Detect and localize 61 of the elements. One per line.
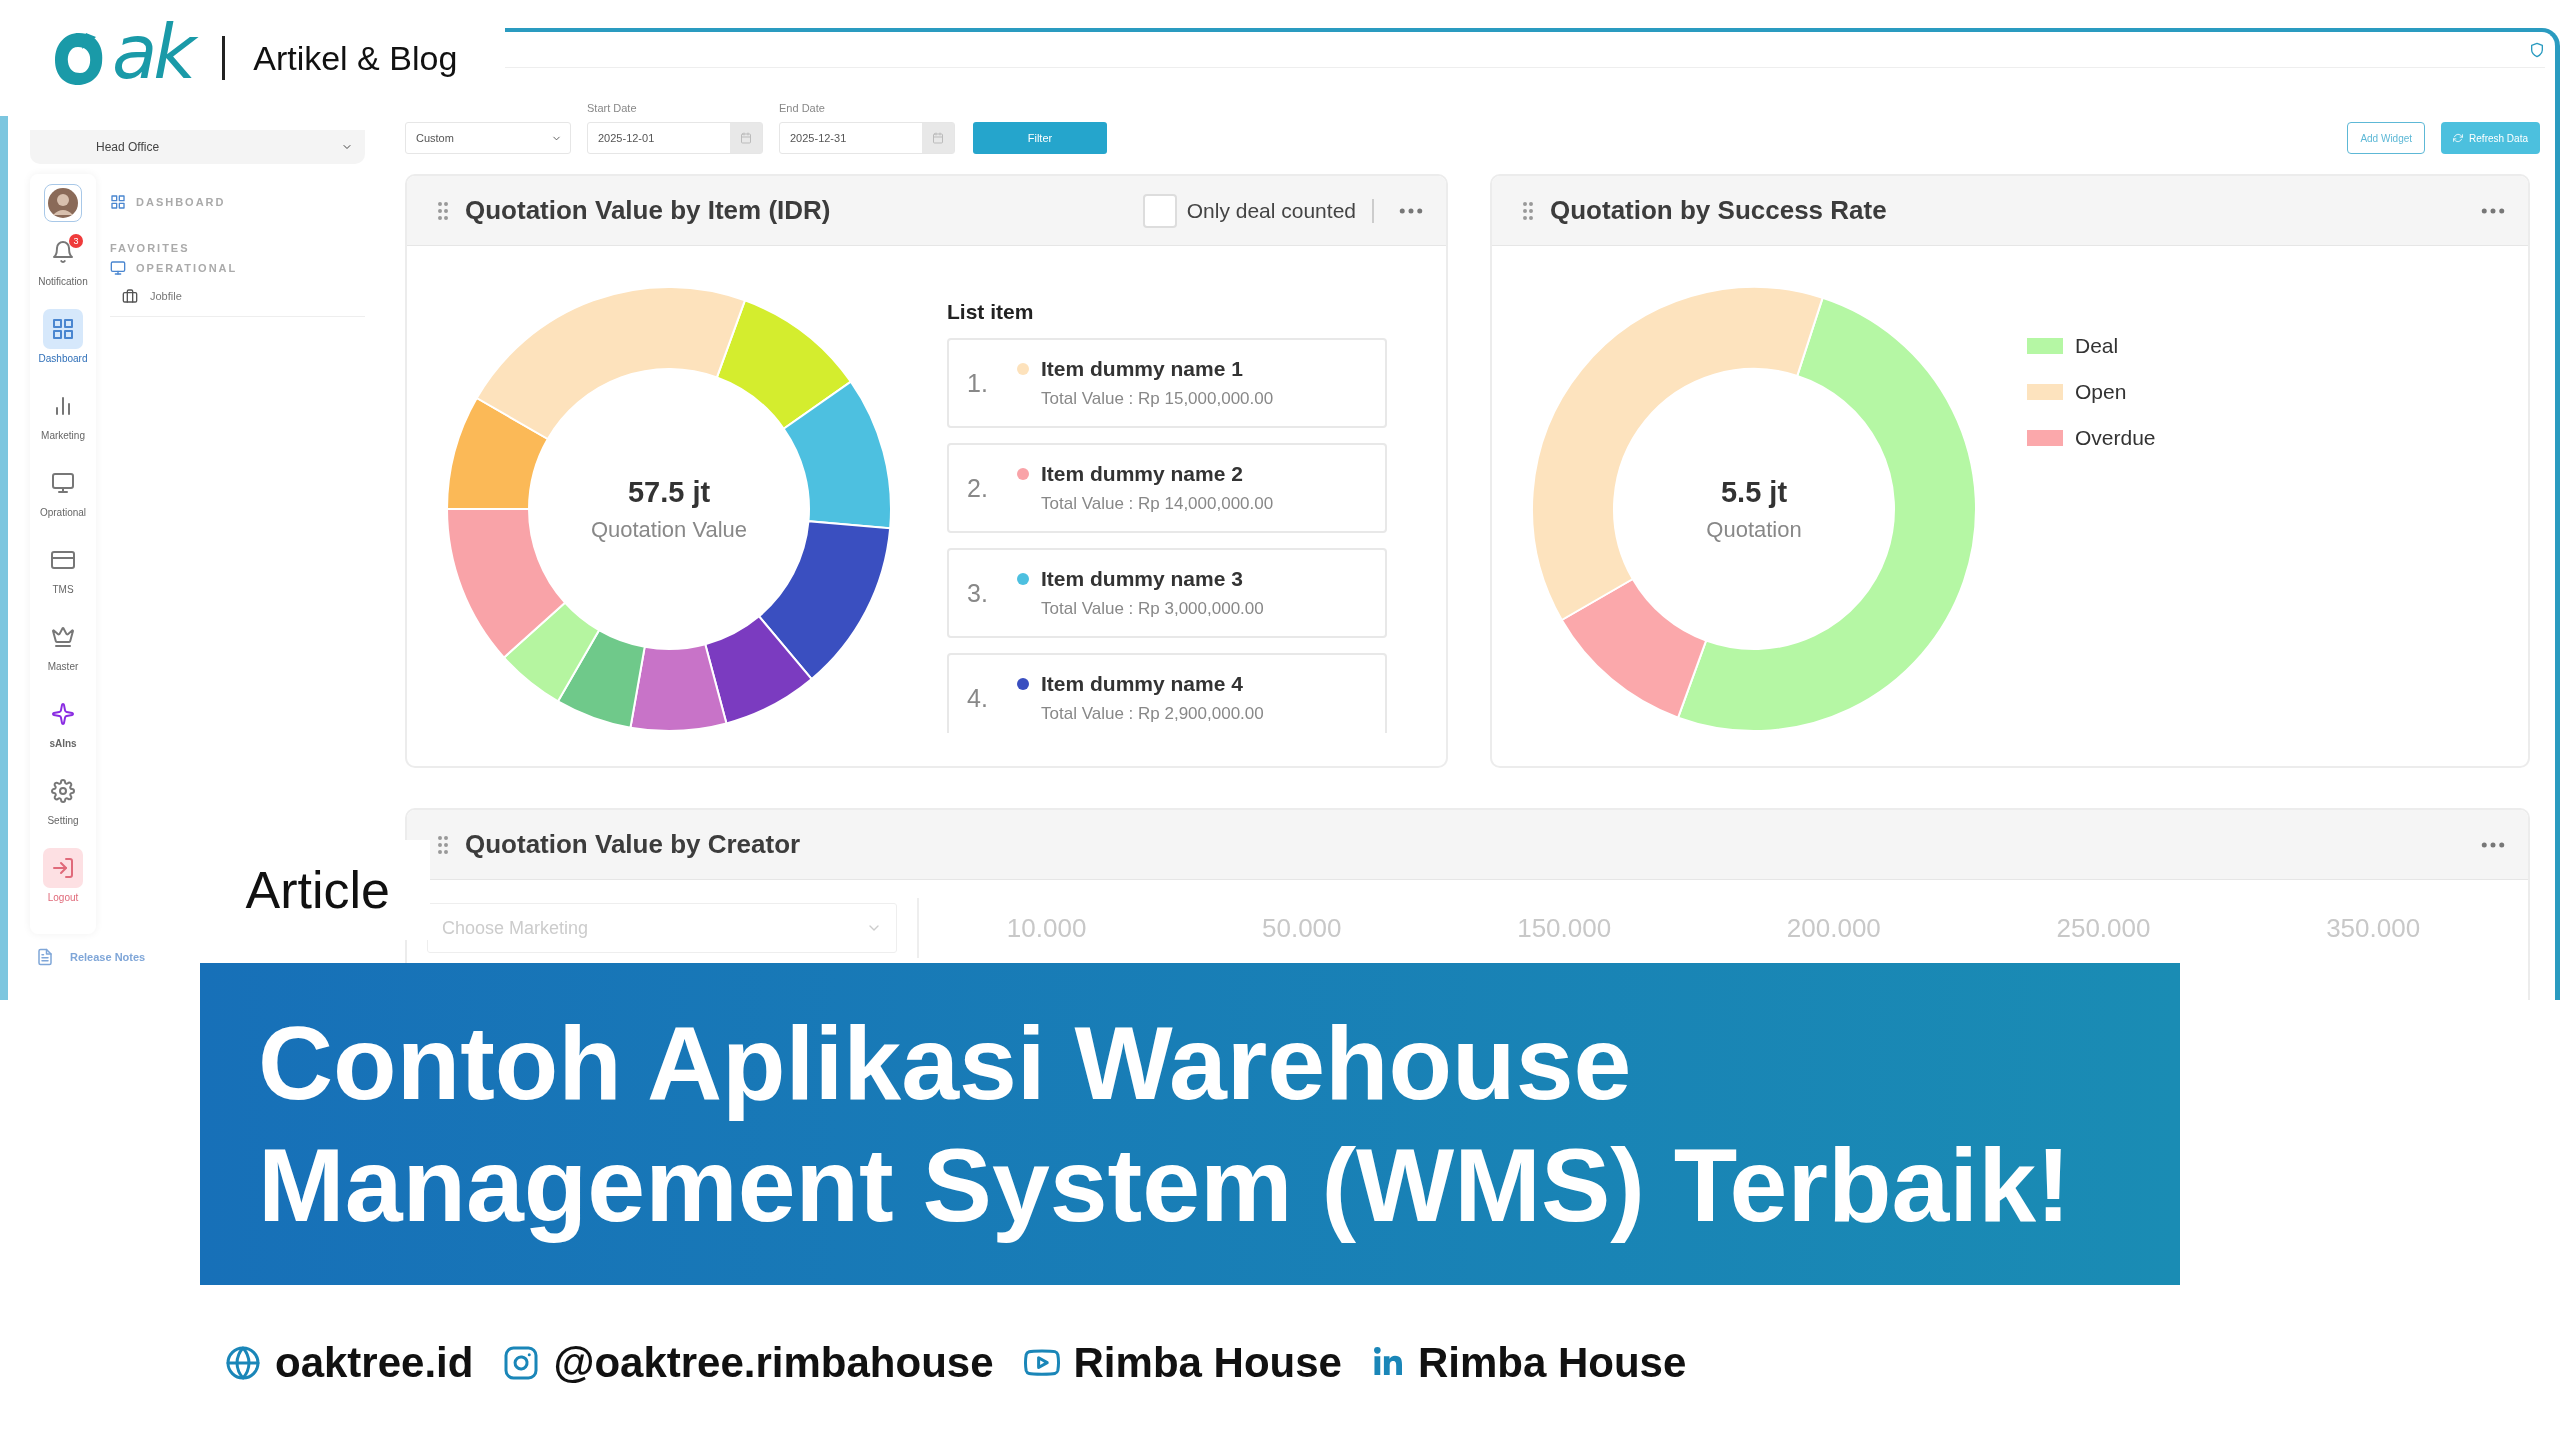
crown-icon xyxy=(51,625,75,649)
nav-item[interactable]: sAIns xyxy=(43,694,83,767)
nav-item[interactable]: TMS xyxy=(43,540,83,613)
total-label: Quotation xyxy=(1706,516,1802,543)
card-title: Quotation Value by Item (IDR) xyxy=(465,195,832,226)
date-field[interactable]: 2025-12-01 xyxy=(587,122,763,154)
brand-label: Artikel & Blog xyxy=(253,38,458,78)
calendar-icon xyxy=(740,132,752,144)
briefcase-icon xyxy=(122,288,138,304)
instagram-icon xyxy=(503,1344,540,1381)
nav-item[interactable]: Dashboard xyxy=(38,309,88,382)
settings-icon xyxy=(51,779,75,803)
calendar-icon xyxy=(932,132,944,144)
legend-label: Deal xyxy=(2075,334,2119,358)
web-icon xyxy=(225,1344,261,1381)
notification-badge: 3 xyxy=(69,234,83,248)
category-label: Article xyxy=(245,860,390,920)
headline-line: Contoh Aplikasi Warehouse xyxy=(258,1004,1633,1122)
monitor-icon xyxy=(110,260,126,276)
nav-item[interactable]: Master xyxy=(43,617,83,690)
shield-icon xyxy=(2529,41,2545,58)
legend-label: Overdue xyxy=(2075,426,2156,450)
list-item[interactable]: 4. Item dummy name 4 Total Value : Rp 2,900,000.00 xyxy=(947,653,1387,733)
document-icon xyxy=(36,948,54,966)
list-title: List item xyxy=(947,300,1035,324)
field-label: Start Date xyxy=(587,102,638,114)
social-handle: Rimba House xyxy=(1417,1338,1687,1387)
card-title: Quotation by Success Rate xyxy=(1550,195,1888,226)
social-handle: Rimba House xyxy=(1073,1338,1342,1387)
checkbox-label: Only deal counted xyxy=(1186,198,1374,223)
headline-line: Management System (WMS) Terbaik! xyxy=(258,1126,2072,1244)
total-label: Quotation Value xyxy=(590,516,748,543)
list-item[interactable]: 1. Item dummy name 1 Total Value : Rp 15,000,000.00 xyxy=(947,338,1387,428)
date-field[interactable]: 2025-12-31 xyxy=(779,122,955,154)
nav-item[interactable]: Oprational xyxy=(39,463,87,536)
nav-item[interactable]: Setting xyxy=(43,771,83,844)
nav-item[interactable]: 3 Notification xyxy=(38,232,88,305)
card-title: Quotation Value by Creator xyxy=(465,829,802,860)
period-select[interactable]: Custom xyxy=(405,122,571,154)
legend-label: Open xyxy=(2075,380,2127,404)
total-value: 5.5 jt xyxy=(1720,475,1788,509)
menu-item[interactable]: Jobfile xyxy=(110,276,365,317)
social-handle: @oaktree.rimbahouse xyxy=(553,1338,994,1387)
refresh-icon xyxy=(2453,133,2464,143)
office-selector[interactable]: Head Office xyxy=(30,130,365,164)
field-label: End Date xyxy=(779,102,826,114)
nav-item[interactable]: Marketing xyxy=(41,386,85,459)
list-item[interactable]: 2. Item dummy name 2 Total Value : Rp 14,000,000.00 xyxy=(947,443,1387,533)
menu-label: FAVORITES xyxy=(110,242,191,254)
bell-icon xyxy=(51,240,75,264)
grid-icon xyxy=(51,317,75,341)
checkbox[interactable] xyxy=(1142,193,1177,228)
sparkle-icon xyxy=(51,702,75,726)
monitor-icon xyxy=(51,471,75,495)
social-handle: oaktree.id xyxy=(275,1338,474,1387)
list-item[interactable]: 3. Item dummy name 3 Total Value : Rp 3,000,000.00 xyxy=(947,548,1387,638)
id-card-icon xyxy=(51,548,75,572)
avatar-icon[interactable] xyxy=(44,184,82,222)
grid-icon xyxy=(110,194,126,210)
total-value: 57.5 jt xyxy=(627,475,711,509)
logout-icon xyxy=(51,856,75,880)
